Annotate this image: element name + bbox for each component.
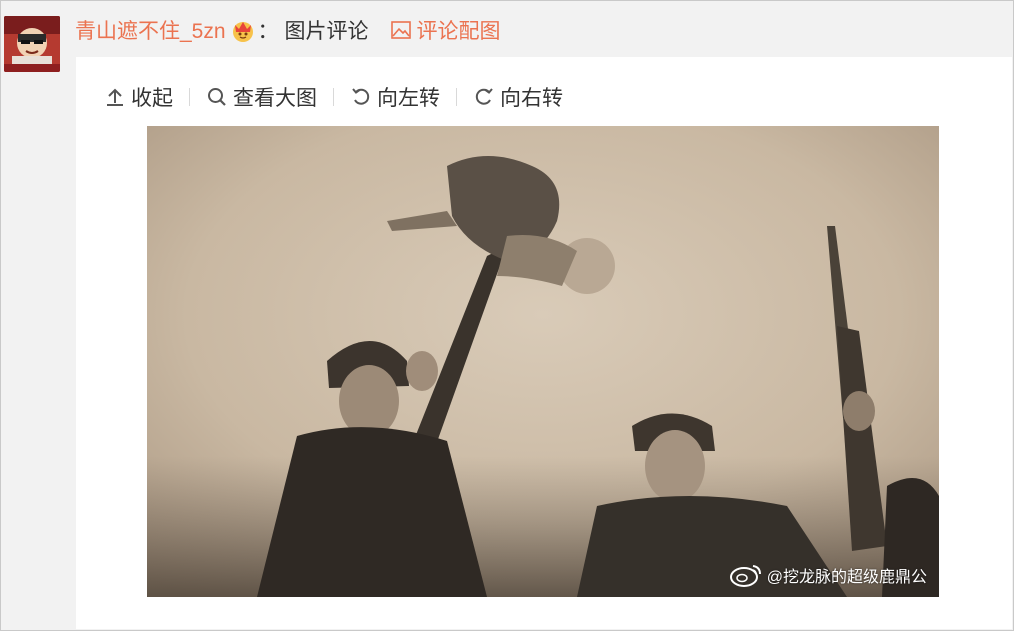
comment-pic-label: 评论配图 xyxy=(416,20,501,43)
comment-type-label: 图片评论 xyxy=(284,20,369,43)
collapse-label: 收起 xyxy=(131,87,173,110)
rotate-right-label: 向右转 xyxy=(500,87,563,110)
rotate-right-button[interactable]: 向右转 xyxy=(473,82,563,112)
search-icon xyxy=(208,88,226,106)
upload-icon xyxy=(107,88,123,106)
rotate-left-button[interactable]: 向左转 xyxy=(350,82,440,112)
comment-card: 青山遮不住_5zn ： 图片评论 评论配图 收起 查看大图 向左转 向右转 @挖… xyxy=(0,0,1014,631)
watermark: @挖龙脉的超级鹿鼎公 xyxy=(729,563,927,587)
weibo-logo-icon xyxy=(729,565,761,587)
username-link[interactable]: 青山遮不住_5zn xyxy=(75,15,226,45)
rotate-left-label: 向左转 xyxy=(377,87,440,110)
rotate-right-icon xyxy=(475,88,493,105)
toolbar-divider xyxy=(456,88,457,106)
comment-photo[interactable]: @挖龙脉的超级鹿鼎公 xyxy=(147,126,939,597)
image-icon xyxy=(390,21,411,39)
comment-pic-link[interactable]: 评论配图 xyxy=(390,15,501,45)
media-toolbar: 收起 查看大图 向左转 向右转 xyxy=(104,83,563,111)
rotate-left-icon xyxy=(352,88,370,105)
post-header: 青山遮不住_5zn ： 图片评论 评论配图 xyxy=(75,13,501,47)
toolbar-divider xyxy=(333,88,334,106)
media-panel: 收起 查看大图 向左转 向右转 @挖龙脉的超级鹿鼎公 xyxy=(76,57,1012,629)
collapse-button[interactable]: 收起 xyxy=(104,82,173,112)
avatar[interactable] xyxy=(4,16,60,72)
vip-crown-icon[interactable] xyxy=(230,17,256,43)
view-large-button[interactable]: 查看大图 xyxy=(206,82,317,112)
view-large-label: 查看大图 xyxy=(233,87,317,110)
colon: ： xyxy=(257,20,279,43)
watermark-text: @挖龙脉的超级鹿鼎公 xyxy=(766,569,927,586)
toolbar-divider xyxy=(189,88,190,106)
